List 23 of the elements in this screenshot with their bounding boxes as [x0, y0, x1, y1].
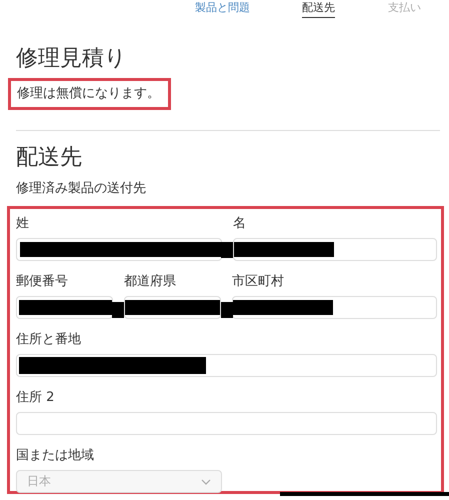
field-label: 市区町村: [232, 273, 285, 291]
field-label: 住所と番地: [16, 331, 82, 349]
text-field[interactable]: [16, 238, 222, 261]
section-heading: 配送先: [16, 144, 83, 172]
text-field[interactable]: [16, 296, 113, 319]
step-tab[interactable]: 製品と問題: [195, 0, 250, 18]
field-label: 国または地域: [16, 447, 95, 465]
text-field[interactable]: [124, 296, 221, 319]
step-tab[interactable]: 配送先: [302, 0, 335, 18]
text-field[interactable]: [232, 296, 437, 319]
field-label: 姓: [16, 215, 30, 233]
text-field[interactable]: [16, 354, 437, 377]
field-label: 住所 2: [16, 389, 56, 407]
section-subtitle: 修理済み製品の送付先: [16, 180, 147, 197]
text-field[interactable]: [233, 238, 437, 261]
chevron-down-icon: [201, 478, 211, 484]
field-label: 都道府県: [124, 273, 177, 291]
field-label: 名: [233, 215, 247, 233]
step-tab[interactable]: 支払い: [388, 0, 421, 18]
free-repair-note: 修理は無償になります。: [8, 78, 171, 110]
text-field[interactable]: [16, 412, 437, 435]
field-label: 郵便番号: [16, 273, 69, 291]
section-heading: 修理見積り: [16, 45, 128, 73]
